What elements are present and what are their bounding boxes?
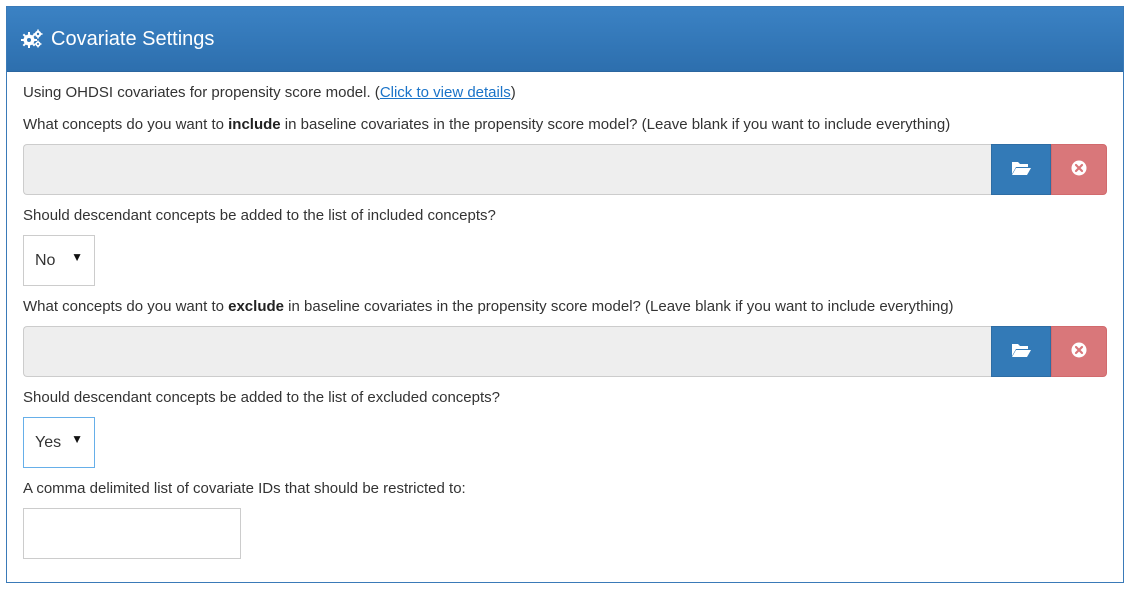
panel-body: Using OHDSI covariates for propensity sc… <box>7 72 1123 559</box>
exclude-concepts-input[interactable] <box>23 326 991 377</box>
panel-heading: Covariate Settings <box>7 7 1123 72</box>
include-descendants-question: Should descendant concepts be added to t… <box>23 207 496 224</box>
panel-title: Covariate Settings <box>51 27 215 50</box>
exclude-descendants-question: Should descendant concepts be added to t… <box>23 389 501 406</box>
caret-down-icon: ▼ <box>71 250 83 264</box>
folder-open-icon <box>1011 342 1031 362</box>
remove-circle-icon <box>1071 160 1087 180</box>
remove-circle-icon <box>1071 342 1087 362</box>
include-descendants-value: No <box>35 251 56 269</box>
include-clear-button[interactable] <box>1051 144 1107 195</box>
restrict-label: A comma delimited list of covariate IDs … <box>23 480 466 497</box>
restrict-covariate-ids-input[interactable] <box>23 508 241 559</box>
exclude-descendants-value: Yes <box>35 433 62 451</box>
folder-open-icon <box>1011 160 1031 180</box>
exclude-clear-button[interactable] <box>1051 326 1107 377</box>
exclude-question: What concepts do you want to exclude in … <box>23 298 954 315</box>
include-descendants-select[interactable]: No ▼ <box>23 235 95 286</box>
exclude-descendants-select[interactable]: Yes ▼ <box>23 417 95 468</box>
view-details-link[interactable]: Click to view details <box>380 84 511 101</box>
include-concepts-input[interactable] <box>23 144 991 195</box>
include-question: What concepts do you want to include in … <box>23 116 951 133</box>
gears-icon <box>21 29 43 49</box>
include-open-button[interactable] <box>991 144 1051 195</box>
caret-down-icon: ▼ <box>71 432 83 446</box>
exclude-open-button[interactable] <box>991 326 1051 377</box>
include-concept-group <box>23 144 1107 195</box>
covariate-settings-panel: Covariate Settings Using OHDSI covariate… <box>6 6 1124 583</box>
exclude-concept-group <box>23 326 1107 377</box>
intro-text: Using OHDSI covariates for propensity sc… <box>23 84 516 101</box>
